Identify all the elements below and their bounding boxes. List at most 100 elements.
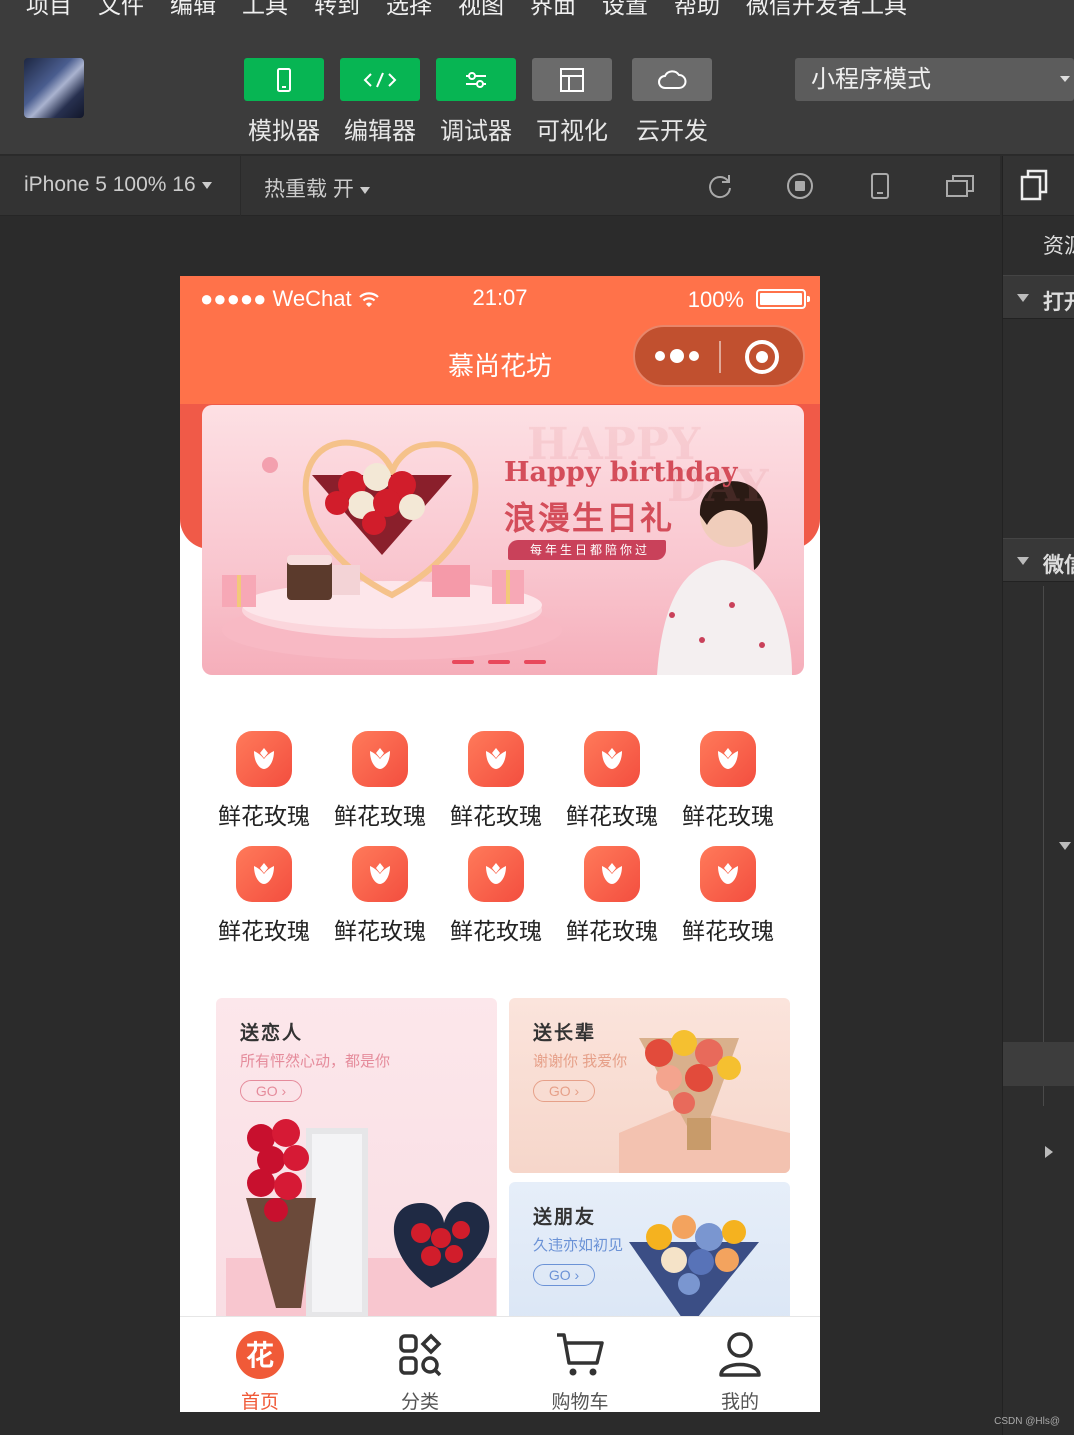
debugger-tool[interactable]: 调试器 <box>436 58 516 146</box>
tab-home[interactable]: 花 首页 <box>180 1317 340 1412</box>
phone-icon <box>277 67 291 92</box>
go-button[interactable]: GO › <box>533 1080 595 1102</box>
indicator-dot[interactable] <box>488 660 510 664</box>
flower-icon <box>236 846 292 902</box>
menu-view[interactable]: 视图 <box>458 0 504 20</box>
mode-select[interactable]: 小程序模式 <box>795 58 1074 101</box>
chevron-right-icon[interactable] <box>1045 1146 1053 1158</box>
banner-tag: 每年生日都陪你过 <box>508 540 667 560</box>
chevron-down-icon <box>201 181 212 189</box>
card-title: 送恋人 <box>240 1023 304 1044</box>
windows-icon <box>946 175 974 197</box>
flower-icon <box>352 846 408 902</box>
code-icon <box>363 72 397 87</box>
avatar[interactable] <box>24 58 84 118</box>
refresh-button[interactable] <box>704 170 736 202</box>
section-wechat-label: 微信 <box>1043 554 1074 577</box>
stop-button[interactable] <box>784 170 816 202</box>
resources-tab[interactable]: 资源 <box>1043 230 1074 260</box>
editor-tool[interactable]: 编辑器 <box>340 58 420 146</box>
category-item[interactable]: 鲜花玫瑰 <box>554 846 670 946</box>
category-label: 鲜花玫瑰 <box>450 918 542 944</box>
more-icon[interactable] <box>655 349 699 363</box>
indicator-dot[interactable] <box>452 660 474 664</box>
category-item[interactable]: 鲜花玫瑰 <box>554 731 670 831</box>
visual-tool[interactable]: 可视化 <box>532 58 612 146</box>
menu-help[interactable]: 帮助 <box>674 0 720 20</box>
editor-label: 编辑器 <box>344 118 416 145</box>
cloud-tool[interactable]: 云开发 <box>632 58 712 146</box>
menu-settings[interactable]: 设置 <box>602 0 648 20</box>
tab-mine[interactable]: 我的 <box>660 1317 820 1412</box>
menu-wechat-devtools[interactable]: 微信开发者工具 <box>746 0 907 20</box>
card-elder[interactable]: 送长辈 谢谢你 我爱你 GO › <box>509 998 790 1173</box>
menu-interface[interactable]: 界面 <box>530 0 576 20</box>
menu-project[interactable]: 项目 <box>26 0 72 20</box>
visual-button[interactable] <box>532 58 612 101</box>
hot-reload-label: 热重载 开 <box>264 178 354 201</box>
flower-icon <box>468 731 524 787</box>
category-item[interactable]: 鲜花玫瑰 <box>438 846 554 946</box>
refresh-icon <box>709 175 731 199</box>
status-bar: ●●●●● WeChat 21:07 100% <box>180 276 820 320</box>
chevron-down-icon[interactable] <box>1059 842 1071 850</box>
close-target-icon[interactable] <box>745 340 779 374</box>
stop-icon <box>787 173 813 199</box>
flower-icon <box>700 846 756 902</box>
menu-file[interactable]: 文件 <box>98 0 144 20</box>
tab-category[interactable]: 分类 <box>340 1317 500 1412</box>
watermark: CSDN @Hls@ <box>994 1416 1060 1427</box>
category-item[interactable]: 鲜花玫瑰 <box>322 846 438 946</box>
menu-edit[interactable]: 编辑 <box>170 0 216 20</box>
section-open-label: 打开 <box>1043 291 1074 314</box>
category-label: 鲜花玫瑰 <box>218 803 310 829</box>
lover-bouquet-image <box>226 1119 496 1328</box>
detach-window-button[interactable] <box>944 170 976 202</box>
tab-label: 首页 <box>240 1392 279 1412</box>
editor-button[interactable] <box>340 58 420 101</box>
category-item[interactable]: 鲜花玫瑰 <box>438 731 554 831</box>
tab-label: 购物车 <box>551 1392 609 1412</box>
device-select[interactable]: iPhone 5 100% 16 <box>24 173 212 197</box>
section-wechat[interactable]: 微信 <box>1003 538 1074 582</box>
menu-tools[interactable]: 工具 <box>242 0 288 20</box>
battery-percent: 100% <box>687 287 744 312</box>
debugger-label: 调试器 <box>440 118 512 145</box>
category-item[interactable]: 鲜花玫瑰 <box>670 731 786 831</box>
category-label: 鲜花玫瑰 <box>334 918 426 944</box>
category-item[interactable]: 鲜花玫瑰 <box>206 846 322 946</box>
debugger-button[interactable] <box>436 58 516 101</box>
device-preview-button[interactable] <box>864 170 896 202</box>
banner-swiper[interactable]: HAPPY DAY Happy birthday 浪漫生日礼 每年生日都陪你过 <box>202 405 804 675</box>
simulator-tool[interactable]: 模拟器 <box>244 58 324 146</box>
chevron-down-icon <box>1060 76 1070 82</box>
go-button[interactable]: GO › <box>533 1264 595 1286</box>
swiper-indicators[interactable] <box>452 660 546 664</box>
card-lover[interactable]: 送恋人 所有怦然心动，都是你 GO › <box>216 998 497 1328</box>
category-item[interactable]: 鲜花玫瑰 <box>322 731 438 831</box>
section-open[interactable]: 打开 <box>1003 275 1074 319</box>
copy-icon[interactable] <box>1019 168 1051 202</box>
menu-select[interactable]: 选择 <box>386 0 432 20</box>
menu-goto[interactable]: 转到 <box>314 0 360 20</box>
capsule-menu[interactable] <box>633 325 805 387</box>
cart-icon <box>554 1329 606 1381</box>
banner-illustration <box>222 439 792 675</box>
visual-label: 可视化 <box>536 118 608 145</box>
tree-row-selected[interactable] <box>1003 1042 1074 1086</box>
right-panel: 资源 打开 微信 <box>1002 156 1074 1435</box>
category-item[interactable]: 鲜花玫瑰 <box>670 846 786 946</box>
simulator-button[interactable] <box>244 58 324 101</box>
banner-title-cn: 浪漫生日礼 <box>504 499 675 537</box>
svg-text:花: 花 <box>246 1339 274 1372</box>
go-button[interactable]: GO › <box>240 1080 302 1102</box>
indicator-dot[interactable] <box>524 660 546 664</box>
card-friend[interactable]: 送朋友 久违亦如初见 GO › <box>509 1182 790 1328</box>
cloud-button[interactable] <box>632 58 712 101</box>
menu-bar: 项目 文件 编辑 工具 转到 选择 视图 界面 设置 帮助 微信开发者工具 <box>0 0 1074 20</box>
user-icon <box>714 1329 766 1381</box>
hot-reload-select[interactable]: 热重载 开 <box>264 173 370 203</box>
category-item[interactable]: 鲜花玫瑰 <box>206 731 322 831</box>
tab-cart[interactable]: 购物车 <box>500 1317 660 1412</box>
card-title: 送长辈 <box>533 1023 597 1044</box>
